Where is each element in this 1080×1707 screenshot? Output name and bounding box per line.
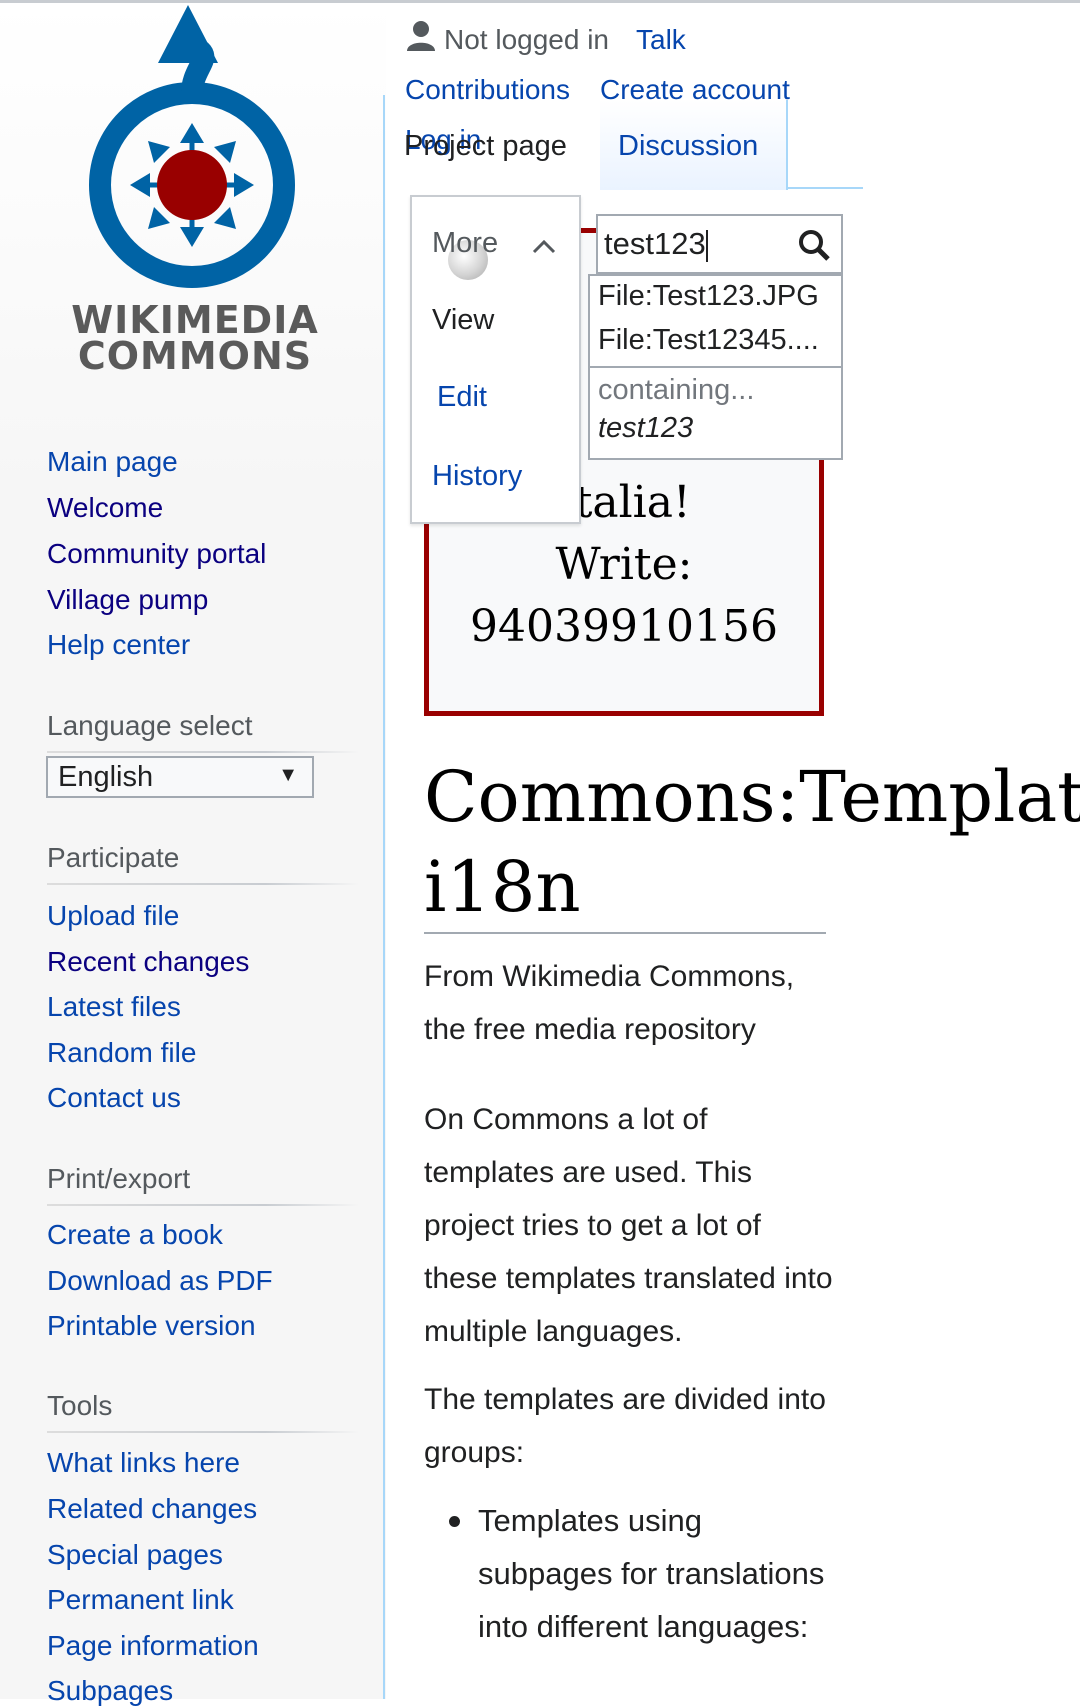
page-title-line-1: Commons:Template (424, 756, 1080, 838)
language-select-value: English (58, 761, 154, 793)
title-underline (424, 932, 826, 934)
text-caret (705, 229, 708, 262)
list-item: Templates using subpages for translation… (478, 1503, 825, 1644)
portal-separator (47, 751, 359, 753)
suggestion-divider (590, 366, 841, 368)
sidebar-item-subpages[interactable]: Subpages (47, 1675, 173, 1707)
tab-bottom-border (787, 187, 863, 189)
suggestion-item[interactable]: File:Test123.JPG (598, 280, 819, 313)
portal-separator (47, 1431, 359, 1433)
talk-link[interactable]: Talk (636, 24, 686, 56)
language-select[interactable]: English ▼ (46, 756, 314, 798)
tools-heading: Tools (47, 1390, 113, 1421)
content-left-border (383, 95, 385, 1699)
menu-item-edit[interactable]: Edit (437, 381, 487, 414)
user-icon (407, 21, 435, 51)
more-menu-button[interactable]: More (432, 227, 498, 260)
groups-paragraph: The templates are divided into groups: (424, 1383, 826, 1469)
search-input-value: test123 (604, 226, 706, 261)
sidebar-item-recent-changes[interactable]: Recent changes (47, 946, 249, 978)
sidebar-item-latest-files[interactable]: Latest files (47, 991, 181, 1023)
search-input[interactable]: test123 (604, 226, 708, 262)
tab-project-page[interactable]: Project page (404, 130, 567, 163)
banner-line-3: 94039910156 (470, 601, 778, 652)
banner-line-2: Write: (555, 539, 693, 590)
sidebar-item-download-pdf[interactable]: Download as PDF (47, 1265, 273, 1297)
sidebar-item-create-book[interactable]: Create a book (47, 1219, 223, 1251)
search-icon[interactable] (797, 228, 831, 262)
bullet-dot (449, 1516, 460, 1527)
tab-discussion[interactable]: Discussion (618, 130, 758, 163)
sidebar-item-special-pages[interactable]: Special pages (47, 1539, 223, 1571)
sidebar-item-permanent-link[interactable]: Permanent link (47, 1584, 234, 1616)
sidebar-item-random-file[interactable]: Random file (47, 1037, 196, 1069)
search-suggestions: File:Test123.JPG File:Test12345.... cont… (588, 274, 843, 460)
contributions-link[interactable]: Contributions (405, 74, 570, 106)
sidebar-item-welcome[interactable]: Welcome (47, 492, 163, 524)
page-tagline: From Wikimedia Commons, the free media r… (424, 960, 795, 1046)
dropdown-arrow-icon: ▼ (278, 764, 298, 786)
portal-separator (47, 883, 359, 885)
search-containing-label[interactable]: containing... (598, 374, 754, 407)
sidebar-item-help-center[interactable]: Help center (47, 629, 190, 661)
sidebar-item-upload-file[interactable]: Upload file (47, 900, 179, 932)
tab-divider (786, 100, 788, 190)
suggestion-item[interactable]: File:Test12345.... (598, 324, 819, 357)
print-export-heading: Print/export (47, 1163, 191, 1194)
sidebar-item-contact-us[interactable]: Contact us (47, 1082, 181, 1114)
chevron-up-icon[interactable] (530, 236, 558, 256)
search-box[interactable]: test123 (596, 214, 843, 274)
participate-heading: Participate (47, 842, 180, 873)
sidebar-item-main-page[interactable]: Main page (47, 446, 178, 478)
sidebar-item-community-portal[interactable]: Community portal (47, 538, 266, 570)
sidebar-item-village-pump[interactable]: Village pump (47, 584, 208, 616)
sidebar-item-related-changes[interactable]: Related changes (47, 1493, 257, 1525)
sidebar-item-page-information[interactable]: Page information (47, 1630, 259, 1662)
menu-item-view[interactable]: View (432, 304, 494, 337)
logo-text-commons: COMMONS (77, 334, 313, 378)
intro-paragraph: On Commons a lot of templates are used. … (424, 1103, 833, 1348)
not-logged-in-status: Not logged in (444, 24, 610, 55)
language-select-heading: Language select (47, 710, 253, 741)
menu-item-history[interactable]: History (432, 460, 522, 493)
sidebar-item-what-links-here[interactable]: What links here (47, 1447, 240, 1479)
top-border (0, 0, 1080, 3)
sidebar-item-printable-version[interactable]: Printable version (47, 1310, 256, 1342)
page-title: Commons:Template i18n (424, 752, 1080, 932)
search-containing-term[interactable]: test123 (598, 412, 693, 445)
portal-separator (47, 1204, 359, 1206)
page-title-line-2: i18n (424, 846, 581, 928)
